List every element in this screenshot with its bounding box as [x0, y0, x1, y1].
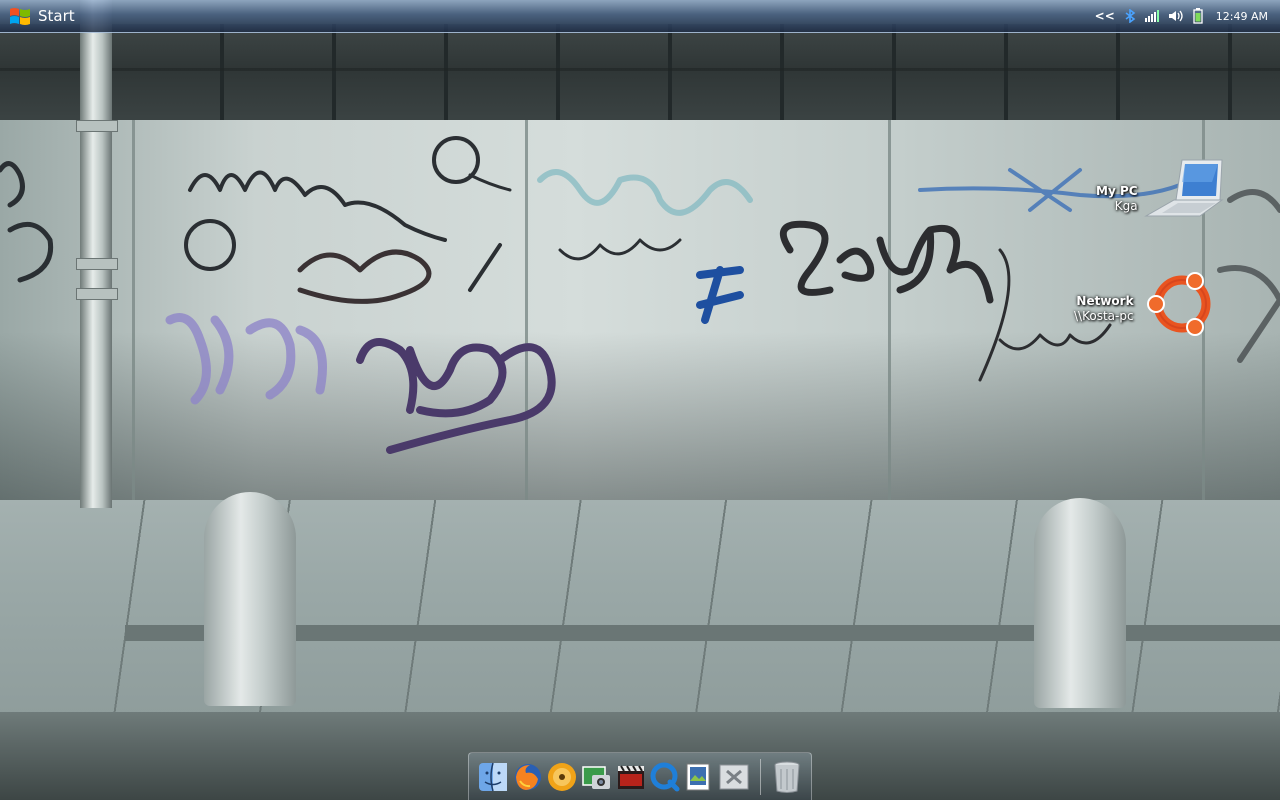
firefox-icon	[514, 763, 541, 790]
iphoto-icon	[582, 765, 611, 789]
dock	[468, 752, 812, 800]
battery-icon[interactable]	[1193, 8, 1203, 24]
dock-item-dvd-player[interactable]	[546, 760, 578, 794]
desktop-wallpaper	[0, 0, 1280, 800]
desktop-icon-title: My PC	[1096, 184, 1138, 198]
utilities-icon	[719, 764, 749, 789]
preview-icon	[686, 763, 710, 790]
desktop-icon-subtitle: \\Kosta-pc	[1074, 309, 1134, 323]
desktop-icon-network[interactable]: Network \\Kosta-pc	[1074, 272, 1218, 336]
start-label: Start	[38, 7, 75, 25]
movie-clapper-icon	[617, 764, 644, 789]
desktop-icon-label: My PC Kga	[1096, 184, 1138, 214]
desktop-icon-title: Network	[1076, 294, 1134, 308]
bollard-right	[1034, 498, 1126, 708]
dock-item-finder[interactable]	[477, 760, 509, 794]
finder-icon	[479, 762, 508, 791]
dock-separator	[759, 758, 761, 795]
dock-item-preview[interactable]	[683, 760, 715, 794]
graffiti-art	[0, 136, 1280, 454]
dvd-player-icon	[547, 762, 576, 791]
dock-item-firefox[interactable]	[511, 760, 543, 794]
ubuntu-network-icon	[1146, 272, 1211, 336]
dock-item-movie[interactable]	[614, 760, 646, 794]
dock-item-quicktime[interactable]	[649, 760, 681, 794]
tray-collapse-button[interactable]: <<	[1095, 9, 1115, 23]
dock-item-utilities[interactable]	[717, 760, 749, 794]
dock-item-iphoto[interactable]	[580, 760, 612, 794]
bluetooth-icon[interactable]	[1124, 9, 1136, 23]
taskbar: Start << 12:49 AM	[0, 0, 1280, 33]
laptop-icon	[1143, 159, 1224, 217]
desktop-icon-label: Network \\Kosta-pc	[1074, 294, 1134, 324]
signal-strength-icon[interactable]	[1144, 10, 1159, 22]
system-tray: << 12:49 AM	[1095, 0, 1280, 32]
start-button[interactable]: Start	[4, 3, 83, 29]
trash-icon	[774, 761, 800, 793]
desktop-icon-subtitle: Kga	[1114, 199, 1138, 213]
bollard-left	[204, 492, 296, 706]
windows-logo-icon	[10, 8, 30, 25]
clock[interactable]: 12:49 AM	[1216, 10, 1268, 23]
desktop-icon-my-pc[interactable]: My PC Kga	[1096, 158, 1226, 224]
quicktime-icon	[650, 762, 680, 791]
volume-icon[interactable]	[1168, 9, 1184, 23]
dock-item-trash[interactable]	[771, 760, 803, 794]
